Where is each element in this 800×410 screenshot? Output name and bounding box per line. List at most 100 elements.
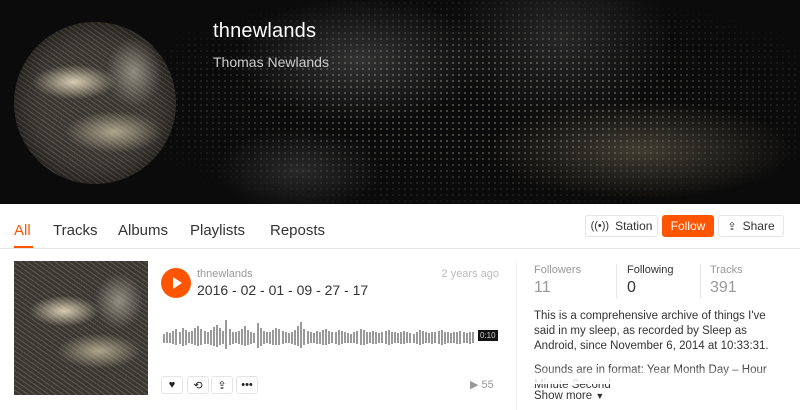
waveform-bar	[437, 330, 440, 345]
tracks-stat[interactable]: Tracks 391	[710, 264, 743, 297]
play-count-value: 55	[481, 379, 494, 391]
waveform-bar	[172, 330, 175, 345]
repost-button[interactable]: ⟲	[187, 376, 209, 394]
waveform-bar	[347, 333, 350, 344]
waveform-bar	[468, 331, 471, 344]
waveform-bar	[403, 330, 406, 345]
waveform-bar	[253, 333, 256, 344]
share-track-button[interactable]: ⇪	[211, 376, 233, 394]
track-uploader[interactable]: thnewlands	[197, 268, 253, 280]
avatar[interactable]	[14, 22, 176, 184]
waveform-bar	[334, 331, 337, 344]
waveform-bar	[397, 333, 399, 344]
waveform-bar	[219, 328, 222, 346]
waveform-bar	[365, 331, 368, 344]
active-tab-indicator	[14, 246, 33, 248]
waveform-bar	[368, 332, 371, 344]
waveform-bar	[350, 333, 353, 343]
waveform-bar	[387, 330, 390, 345]
like-button[interactable]: ♥	[161, 376, 183, 394]
waveform[interactable]	[163, 318, 499, 352]
bio-fade	[534, 366, 786, 384]
stat-divider	[700, 264, 701, 298]
share-icon: ⇪	[727, 220, 737, 233]
followers-count: 11	[534, 279, 551, 296]
waveform-bar	[331, 332, 334, 344]
heart-icon: ♥	[168, 379, 176, 391]
tab-reposts[interactable]: Reposts	[270, 222, 325, 239]
profile-real-name: Thomas Newlands	[213, 54, 329, 70]
waveform-bar	[372, 330, 375, 345]
followers-label: Followers	[534, 264, 582, 276]
waveform-bar	[287, 333, 290, 344]
waveform-bar	[421, 330, 424, 345]
waveform-bar	[281, 330, 284, 345]
waveform-bar	[319, 331, 321, 344]
waveform-bar	[381, 332, 384, 344]
waveform-bar	[384, 330, 387, 345]
sidebar-divider	[516, 260, 517, 410]
share-button[interactable]: ⇪ Share	[718, 215, 784, 237]
waveform-bar	[194, 328, 197, 346]
waveform-bar	[465, 333, 468, 344]
waveform-bar	[265, 332, 268, 344]
waveform-bar	[216, 324, 219, 347]
waveform-bar	[262, 330, 265, 345]
waveform-bar	[175, 329, 178, 345]
waveform-bar	[325, 329, 328, 345]
tab-tracks[interactable]: Tracks	[53, 222, 97, 239]
bio-paragraph: This is a comprehensive archive of thing…	[534, 310, 769, 352]
waveform-bar	[231, 331, 234, 344]
waveform-bar	[212, 326, 215, 346]
profile-banner: thnewlands Thomas Newlands	[0, 0, 800, 204]
show-more-link[interactable]: Show more ▼	[534, 390, 604, 402]
waveform-bar	[446, 332, 449, 344]
tab-albums[interactable]: Albums	[118, 222, 168, 239]
track-upload-age: 2 years ago	[441, 268, 499, 280]
waveform-bar	[178, 331, 181, 344]
followers-stat[interactable]: Followers 11	[534, 264, 581, 297]
play-button[interactable]	[161, 268, 191, 298]
waveform-bar	[278, 329, 281, 345]
waveform-bar	[222, 330, 225, 345]
stat-divider	[616, 264, 617, 298]
show-more-label: Show more	[534, 390, 593, 402]
waveform-bar	[209, 330, 212, 345]
waveform-bar	[362, 330, 365, 345]
waveform-bar	[450, 333, 453, 344]
track-title[interactable]: 2016 - 02 - 01 - 09 - 27 - 17	[197, 282, 368, 298]
waveform-bar	[284, 332, 287, 344]
waveform-bar	[328, 330, 331, 345]
station-label: Station	[615, 219, 653, 233]
waveform-bar	[425, 332, 428, 344]
waveform-bar	[443, 331, 446, 344]
following-stat[interactable]: Following 0	[627, 264, 673, 297]
waveform-bar	[409, 333, 412, 344]
waveform-bar	[272, 330, 275, 345]
more-button[interactable]: •••	[236, 376, 258, 394]
waveform-bar	[290, 331, 293, 344]
waveform-bar	[359, 329, 362, 345]
tab-all[interactable]: All	[14, 222, 31, 239]
waveform-bar	[343, 332, 346, 344]
waveform-bar	[440, 330, 443, 345]
tracks-label: Tracks	[710, 264, 743, 276]
follow-button[interactable]: Follow	[662, 215, 714, 237]
waveform-bar	[340, 330, 343, 345]
waveform-bar	[390, 331, 393, 344]
tab-playlists[interactable]: Playlists	[190, 222, 245, 239]
waveform-bar	[309, 332, 312, 344]
waveform-bar	[294, 330, 297, 345]
waveform-bar	[431, 331, 434, 344]
waveform-bar	[169, 333, 172, 344]
caret-down-icon: ▼	[595, 391, 605, 401]
waveform-bar	[275, 328, 278, 346]
waveform-bar	[471, 332, 474, 344]
track-artwork[interactable]	[14, 261, 148, 395]
waveform-bar	[297, 326, 300, 347]
waveform-bar	[184, 330, 187, 345]
station-button[interactable]: ((•)) Station	[585, 215, 658, 237]
waveform-bar	[303, 329, 306, 345]
following-count: 0	[627, 279, 636, 296]
waveform-bar	[197, 326, 200, 347]
